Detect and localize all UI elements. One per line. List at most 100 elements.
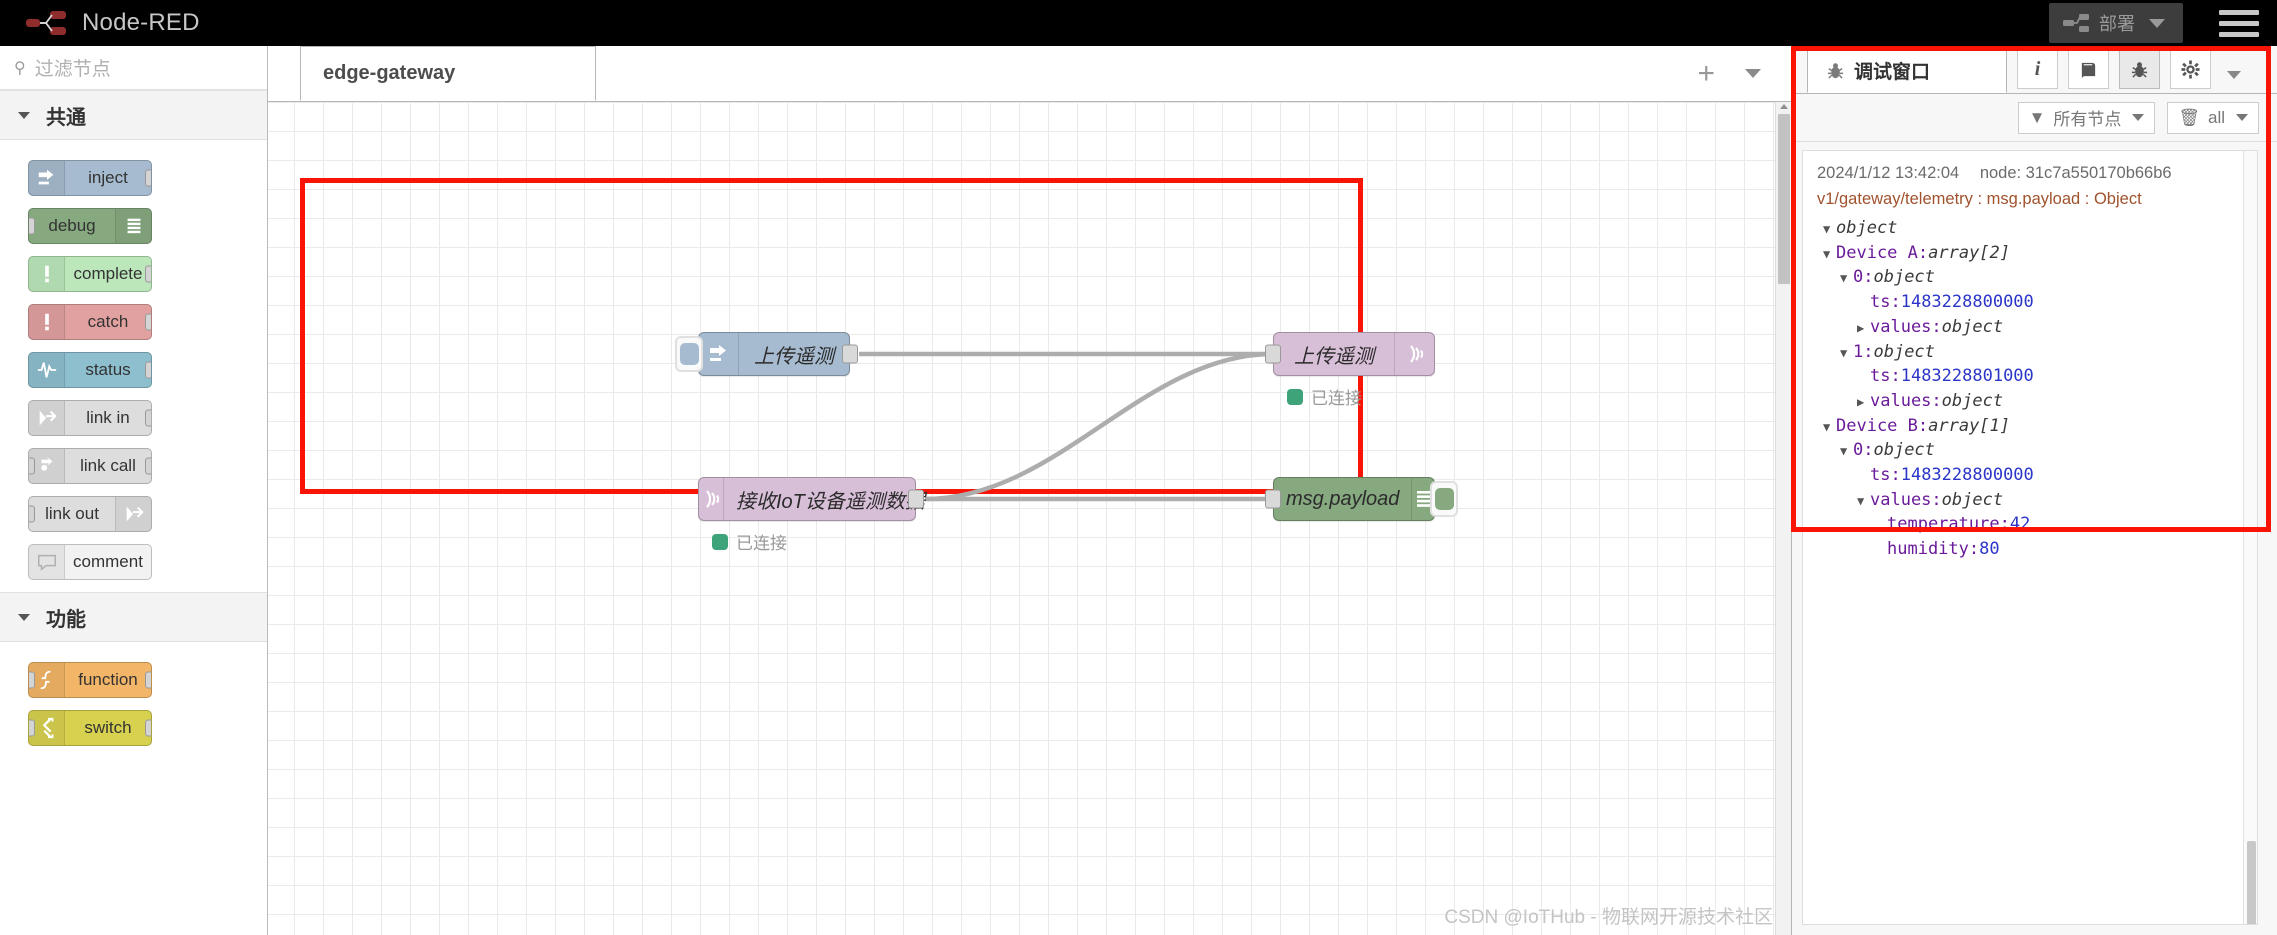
- flow-canvas[interactable]: 上传遥测 上传遥测 已连接 接收IoT设备遥测数据 已连接 msg.payload CSD…: [268, 102, 1791, 935]
- palette-node-label: link out: [45, 504, 99, 523]
- flow-tab-edge-gateway[interactable]: edge-gateway: [300, 46, 596, 101]
- palette-node-link-in[interactable]: link in: [0, 394, 267, 442]
- node-input-port[interactable]: [29, 671, 35, 689]
- debug-topic: v1/gateway/telemetry : msg.payload : Obj…: [1817, 190, 2142, 208]
- debug-tree-type: object: [1836, 218, 1898, 238]
- palette-node-inject[interactable]: inject: [0, 154, 267, 202]
- scrollbar-thumb[interactable]: [2247, 841, 2256, 924]
- chevron-down-icon[interactable]: [2227, 71, 2241, 79]
- debug-tree-row[interactable]: ▼ 0: object: [1803, 439, 2257, 464]
- sidebar-tool-config-nodes[interactable]: [2170, 49, 2211, 89]
- palette-search-input[interactable]: ⚲ 过滤节点: [0, 46, 267, 90]
- palette-node-chip[interactable]: function: [28, 662, 152, 698]
- palette-category-功能[interactable]: 功能: [0, 592, 267, 642]
- debug-tree-row[interactable]: ▼ Device A: array[2]: [1803, 242, 2257, 267]
- debug-tree-row[interactable]: humidity: 80: [1803, 538, 2257, 563]
- palette-node-label: complete: [73, 264, 143, 283]
- palette-node-switch[interactable]: switch: [0, 704, 267, 752]
- flow-node-mqtt-in-receive-telemetry[interactable]: 接收IoT设备遥测数据: [698, 477, 925, 521]
- palette-node-chip[interactable]: inject: [28, 160, 152, 196]
- palette-node-chip[interactable]: catch: [28, 304, 152, 340]
- chevron-down-icon[interactable]: ▼: [1823, 416, 1835, 440]
- node-output-port[interactable]: [145, 457, 151, 475]
- node-output-port[interactable]: [842, 344, 858, 364]
- debug-toolbar: ▼ 所有节点 🗑 all: [1792, 94, 2277, 142]
- debug-tree-row[interactable]: ▼ 1: object: [1803, 341, 2257, 366]
- chevron-down-icon[interactable]: [2149, 18, 2165, 28]
- chevron-down-icon[interactable]: ▼: [1823, 218, 1835, 242]
- deploy-button[interactable]: 部署: [2049, 3, 2183, 43]
- chevron-down-icon[interactable]: ▼: [1840, 342, 1852, 366]
- sidebar-tool-help[interactable]: [2068, 49, 2109, 89]
- debug-tree-row[interactable]: temperature: 42: [1803, 513, 2257, 538]
- chevron-down-icon[interactable]: ▼: [1823, 243, 1835, 267]
- node-output-port[interactable]: [145, 265, 151, 283]
- debug-tree-row[interactable]: ▼ Device B: array[1]: [1803, 415, 2257, 440]
- palette-node-chip[interactable]: status: [28, 352, 152, 388]
- debug-tree-row[interactable]: ▼ object: [1803, 217, 2257, 242]
- flow-node-mqtt-out-upload-telemetry[interactable]: 上传遥测: [1265, 332, 1435, 376]
- palette-node-complete[interactable]: complete: [0, 250, 267, 298]
- palette-node-icon: [29, 353, 65, 387]
- flow-node-inject-upload-telemetry[interactable]: 上传遥测: [675, 332, 858, 376]
- palette-node-chip[interactable]: switch: [28, 710, 152, 746]
- palette-node-chip[interactable]: debug: [28, 208, 152, 244]
- palette-node-comment[interactable]: comment: [0, 538, 267, 586]
- search-icon: ⚲: [14, 59, 26, 77]
- node-output-port[interactable]: [145, 169, 151, 187]
- palette-node-chip[interactable]: comment: [28, 544, 152, 580]
- debug-message-list[interactable]: 2024/1/12 13:42:04 node: 31c7a550170b66b…: [1802, 150, 2258, 925]
- debug-clear-button[interactable]: 🗑 all: [2167, 101, 2259, 134]
- palette-node-link-call[interactable]: link call: [0, 442, 267, 490]
- debug-tree-row[interactable]: ▶ values: object: [1803, 390, 2257, 415]
- sidebar-tool-buttons: i: [2007, 49, 2211, 89]
- palette-node-function[interactable]: function: [0, 656, 267, 704]
- inject-trigger-button[interactable]: [675, 336, 703, 372]
- palette-node-chip[interactable]: complete: [28, 256, 152, 292]
- debug-toggle-button[interactable]: [1430, 481, 1458, 517]
- node-output-port[interactable]: [145, 719, 151, 737]
- plus-icon[interactable]: +: [1697, 58, 1715, 89]
- sidebar-tool-debug[interactable]: [2119, 49, 2160, 89]
- palette-category-共通[interactable]: 共通: [0, 90, 267, 140]
- node-output-port[interactable]: [145, 313, 151, 331]
- node-output-port[interactable]: [145, 671, 151, 689]
- debug-tree-row[interactable]: ts: 1483228801000: [1803, 365, 2257, 390]
- chevron-down-icon[interactable]: ▼: [1840, 440, 1852, 464]
- palette-node-catch[interactable]: catch: [0, 298, 267, 346]
- node-output-port[interactable]: [145, 409, 151, 427]
- node-input-port[interactable]: [1265, 489, 1281, 509]
- chevron-right-icon[interactable]: ▶: [1857, 391, 1869, 415]
- node-output-port[interactable]: [145, 361, 151, 379]
- debug-tree-row[interactable]: ▼ values: object: [1803, 489, 2257, 514]
- debug-vertical-scrollbar[interactable]: [2243, 151, 2257, 924]
- chevron-down-icon[interactable]: [1745, 69, 1761, 78]
- palette-node-debug[interactable]: debug: [0, 202, 267, 250]
- hamburger-menu-icon[interactable]: [2219, 6, 2259, 40]
- debug-tree-row[interactable]: ts: 1483228800000: [1803, 464, 2257, 489]
- debug-tree-row[interactable]: ▶ values: object: [1803, 316, 2257, 341]
- node-input-port[interactable]: [1265, 344, 1281, 364]
- tab-debug-window[interactable]: 调试窗口: [1807, 47, 2007, 93]
- palette-node-link-out[interactable]: link out: [0, 490, 267, 538]
- chevron-right-icon[interactable]: ▶: [1857, 317, 1869, 341]
- debug-tree-row[interactable]: ▼ 0: object: [1803, 266, 2257, 291]
- flow-node-debug-msg-payload[interactable]: msg.payload: [1265, 477, 1458, 521]
- chevron-down-icon[interactable]: ▼: [1840, 267, 1852, 291]
- palette-node-chip[interactable]: link in: [28, 400, 152, 436]
- debug-tree-type: object: [1873, 341, 1935, 362]
- node-input-port[interactable]: [29, 719, 35, 737]
- node-input-port[interactable]: [29, 505, 35, 523]
- node-input-port[interactable]: [29, 457, 35, 475]
- debug-tree-row[interactable]: ts: 1483228800000: [1803, 291, 2257, 316]
- sidebar-tool-info[interactable]: i: [2017, 49, 2058, 89]
- node-input-port[interactable]: [29, 217, 35, 235]
- palette-node-chip[interactable]: link out: [28, 496, 152, 532]
- node-output-port[interactable]: [908, 489, 924, 509]
- debug-filter-button[interactable]: ▼ 所有节点: [2017, 101, 2156, 134]
- status-dot-icon: [712, 533, 728, 550]
- palette-node-status[interactable]: status: [0, 346, 267, 394]
- palette-node-chip[interactable]: link call: [28, 448, 152, 484]
- chevron-down-icon[interactable]: ▼: [1857, 490, 1869, 514]
